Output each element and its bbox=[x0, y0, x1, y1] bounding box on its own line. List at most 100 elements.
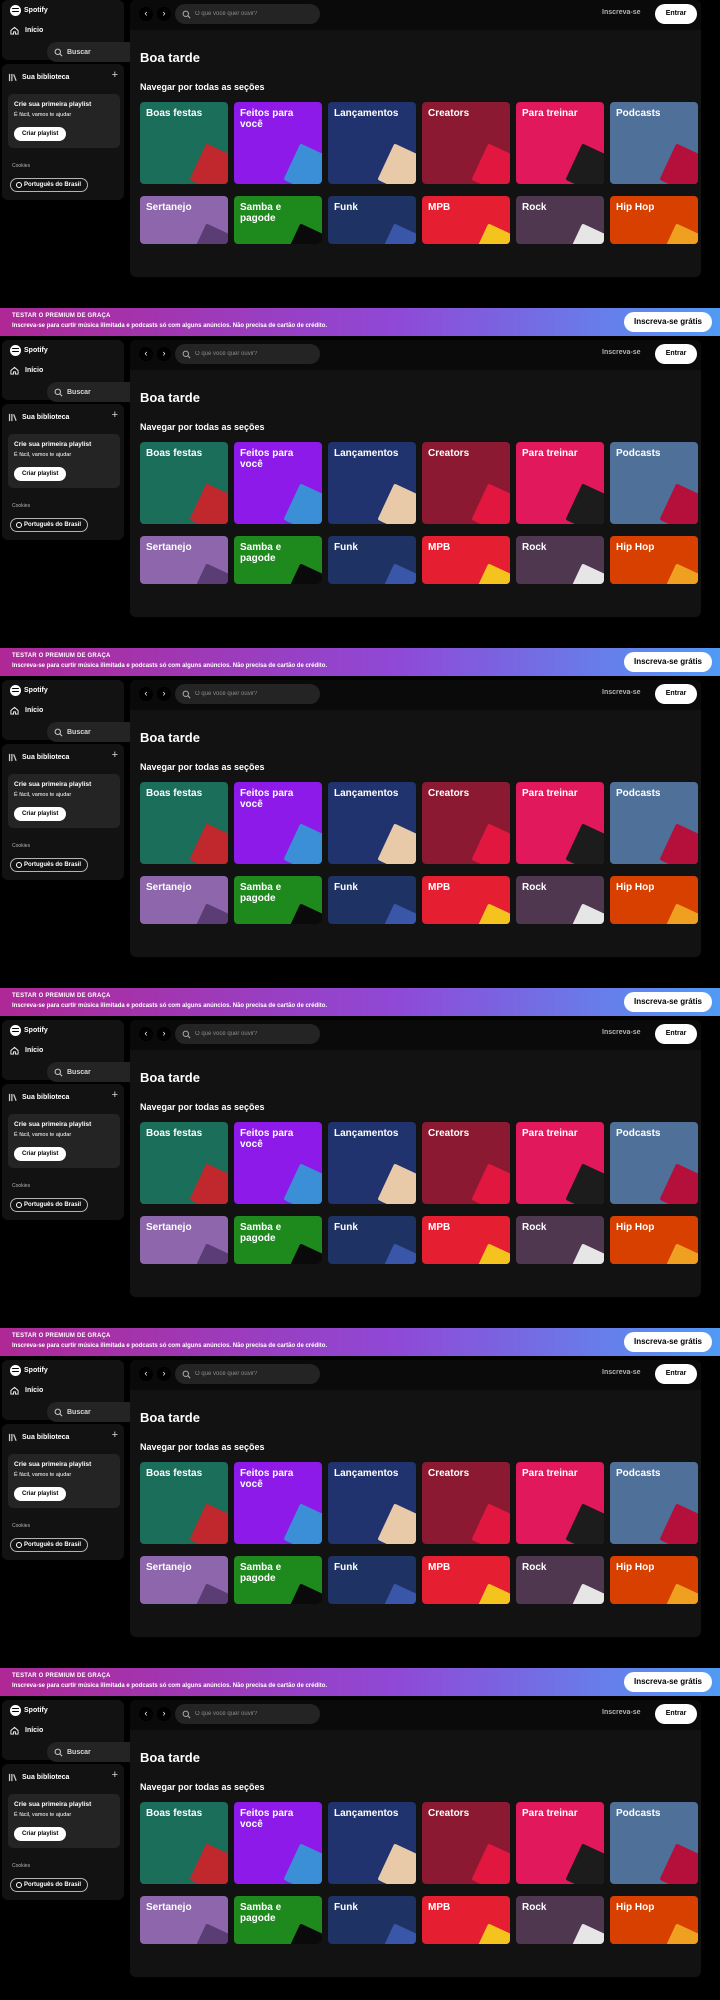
language-button[interactable]: Português do Brasil bbox=[10, 858, 89, 872]
category-tile[interactable]: Para treinar bbox=[516, 442, 604, 524]
spotify-logo[interactable]: Spotify bbox=[10, 345, 48, 356]
category-tile[interactable]: Lançamentos bbox=[328, 1462, 416, 1544]
category-tile[interactable]: Podcasts bbox=[610, 102, 698, 184]
search-box[interactable] bbox=[175, 1704, 320, 1724]
category-tile[interactable]: Rock bbox=[516, 1556, 604, 1604]
search-box[interactable] bbox=[175, 684, 320, 704]
category-tile[interactable]: Feitos para você bbox=[234, 1122, 322, 1204]
category-tile[interactable]: Rock bbox=[516, 536, 604, 584]
signup-link[interactable]: Inscreva-se bbox=[602, 9, 641, 16]
back-arrow-icon[interactable]: ‹ bbox=[139, 1027, 153, 1041]
login-button[interactable]: Entrar bbox=[655, 1704, 697, 1724]
cookies-link[interactable]: Cookies bbox=[12, 1183, 30, 1189]
category-tile[interactable]: Samba e pagode bbox=[234, 536, 322, 584]
category-tile[interactable]: Creators bbox=[422, 442, 510, 524]
signup-link[interactable]: Inscreva-se bbox=[602, 1709, 641, 1716]
signup-free-button[interactable]: Inscreva-se grátis bbox=[624, 992, 712, 1012]
search-box[interactable] bbox=[175, 344, 320, 364]
signup-free-button[interactable]: Inscreva-se grátis bbox=[624, 652, 712, 672]
cookies-link[interactable]: Cookies bbox=[12, 1523, 30, 1529]
create-playlist-button[interactable]: Criar playlist bbox=[14, 467, 67, 481]
category-tile[interactable]: Funk bbox=[328, 1896, 416, 1944]
search-input[interactable] bbox=[195, 1031, 315, 1037]
category-tile[interactable]: Rock bbox=[516, 1896, 604, 1944]
create-playlist-button[interactable]: Criar playlist bbox=[14, 1147, 67, 1161]
category-tile[interactable]: Para treinar bbox=[516, 1462, 604, 1544]
plus-icon[interactable]: + bbox=[112, 410, 118, 421]
library-header[interactable]: Sua biblioteca bbox=[8, 1093, 69, 1102]
spotify-logo[interactable]: Spotify bbox=[10, 1365, 48, 1376]
category-tile[interactable]: Creators bbox=[422, 1122, 510, 1204]
category-tile[interactable]: Hip Hop bbox=[610, 1556, 698, 1604]
category-tile[interactable]: Samba e pagode bbox=[234, 1556, 322, 1604]
forward-arrow-icon[interactable]: › bbox=[157, 687, 171, 701]
category-tile[interactable]: Podcasts bbox=[610, 1462, 698, 1544]
category-tile[interactable]: Feitos para você bbox=[234, 782, 322, 864]
category-tile[interactable]: MPB bbox=[422, 536, 510, 584]
signup-link[interactable]: Inscreva-se bbox=[602, 1029, 641, 1036]
category-tile[interactable]: MPB bbox=[422, 1556, 510, 1604]
nav-home[interactable]: Início bbox=[10, 1726, 43, 1735]
plus-icon[interactable]: + bbox=[112, 750, 118, 761]
category-tile[interactable]: MPB bbox=[422, 1896, 510, 1944]
search-box[interactable] bbox=[175, 1024, 320, 1044]
create-playlist-button[interactable]: Criar playlist bbox=[14, 1827, 67, 1841]
login-button[interactable]: Entrar bbox=[655, 684, 697, 704]
forward-arrow-icon[interactable]: › bbox=[157, 1027, 171, 1041]
category-tile[interactable]: Rock bbox=[516, 1216, 604, 1264]
category-tile[interactable]: Funk bbox=[328, 1216, 416, 1264]
login-button[interactable]: Entrar bbox=[655, 1024, 697, 1044]
spotify-logo[interactable]: Spotify bbox=[10, 685, 48, 696]
category-tile[interactable]: Funk bbox=[328, 876, 416, 924]
category-tile[interactable]: Samba e pagode bbox=[234, 876, 322, 924]
library-header[interactable]: Sua biblioteca bbox=[8, 1433, 69, 1442]
plus-icon[interactable]: + bbox=[112, 1770, 118, 1781]
category-tile[interactable]: Hip Hop bbox=[610, 196, 698, 244]
category-tile[interactable]: Lançamentos bbox=[328, 1802, 416, 1884]
category-tile[interactable]: Samba e pagode bbox=[234, 196, 322, 244]
language-button[interactable]: Português do Brasil bbox=[10, 1538, 89, 1552]
create-playlist-button[interactable]: Criar playlist bbox=[14, 807, 67, 821]
nav-home[interactable]: Início bbox=[10, 366, 43, 375]
category-tile[interactable]: Feitos para você bbox=[234, 102, 322, 184]
signup-link[interactable]: Inscreva-se bbox=[602, 1369, 641, 1376]
language-button[interactable]: Português do Brasil bbox=[10, 1198, 89, 1212]
category-tile[interactable]: Sertanejo bbox=[140, 1216, 228, 1264]
login-button[interactable]: Entrar bbox=[655, 1364, 697, 1384]
search-box[interactable] bbox=[175, 4, 320, 24]
category-tile[interactable]: Hip Hop bbox=[610, 1896, 698, 1944]
category-tile[interactable]: Para treinar bbox=[516, 782, 604, 864]
category-tile[interactable]: Boas festas bbox=[140, 442, 228, 524]
category-tile[interactable]: Rock bbox=[516, 876, 604, 924]
category-tile[interactable]: Lançamentos bbox=[328, 782, 416, 864]
category-tile[interactable]: Rock bbox=[516, 196, 604, 244]
spotify-logo[interactable]: Spotify bbox=[10, 1025, 48, 1036]
category-tile[interactable]: Sertanejo bbox=[140, 536, 228, 584]
category-tile[interactable]: Boas festas bbox=[140, 782, 228, 864]
category-tile[interactable]: Funk bbox=[328, 196, 416, 244]
category-tile[interactable]: Podcasts bbox=[610, 1802, 698, 1884]
search-input[interactable] bbox=[195, 351, 315, 357]
search-input[interactable] bbox=[195, 1371, 315, 1377]
cookies-link[interactable]: Cookies bbox=[12, 503, 30, 509]
category-tile[interactable]: Hip Hop bbox=[610, 1216, 698, 1264]
category-tile[interactable]: Sertanejo bbox=[140, 196, 228, 244]
nav-home[interactable]: Início bbox=[10, 1386, 43, 1395]
spotify-logo[interactable]: Spotify bbox=[10, 1705, 48, 1716]
category-tile[interactable]: Lançamentos bbox=[328, 102, 416, 184]
category-tile[interactable]: Samba e pagode bbox=[234, 1896, 322, 1944]
signup-link[interactable]: Inscreva-se bbox=[602, 349, 641, 356]
category-tile[interactable]: Sertanejo bbox=[140, 1556, 228, 1604]
category-tile[interactable]: Lançamentos bbox=[328, 442, 416, 524]
category-tile[interactable]: Creators bbox=[422, 782, 510, 864]
forward-arrow-icon[interactable]: › bbox=[157, 7, 171, 21]
cookies-link[interactable]: Cookies bbox=[12, 163, 30, 169]
library-header[interactable]: Sua biblioteca bbox=[8, 73, 69, 82]
category-tile[interactable]: Feitos para você bbox=[234, 442, 322, 524]
category-tile[interactable]: Hip Hop bbox=[610, 876, 698, 924]
search-input[interactable] bbox=[195, 11, 315, 17]
category-tile[interactable]: Samba e pagode bbox=[234, 1216, 322, 1264]
category-tile[interactable]: Creators bbox=[422, 1462, 510, 1544]
back-arrow-icon[interactable]: ‹ bbox=[139, 7, 153, 21]
forward-arrow-icon[interactable]: › bbox=[157, 1707, 171, 1721]
